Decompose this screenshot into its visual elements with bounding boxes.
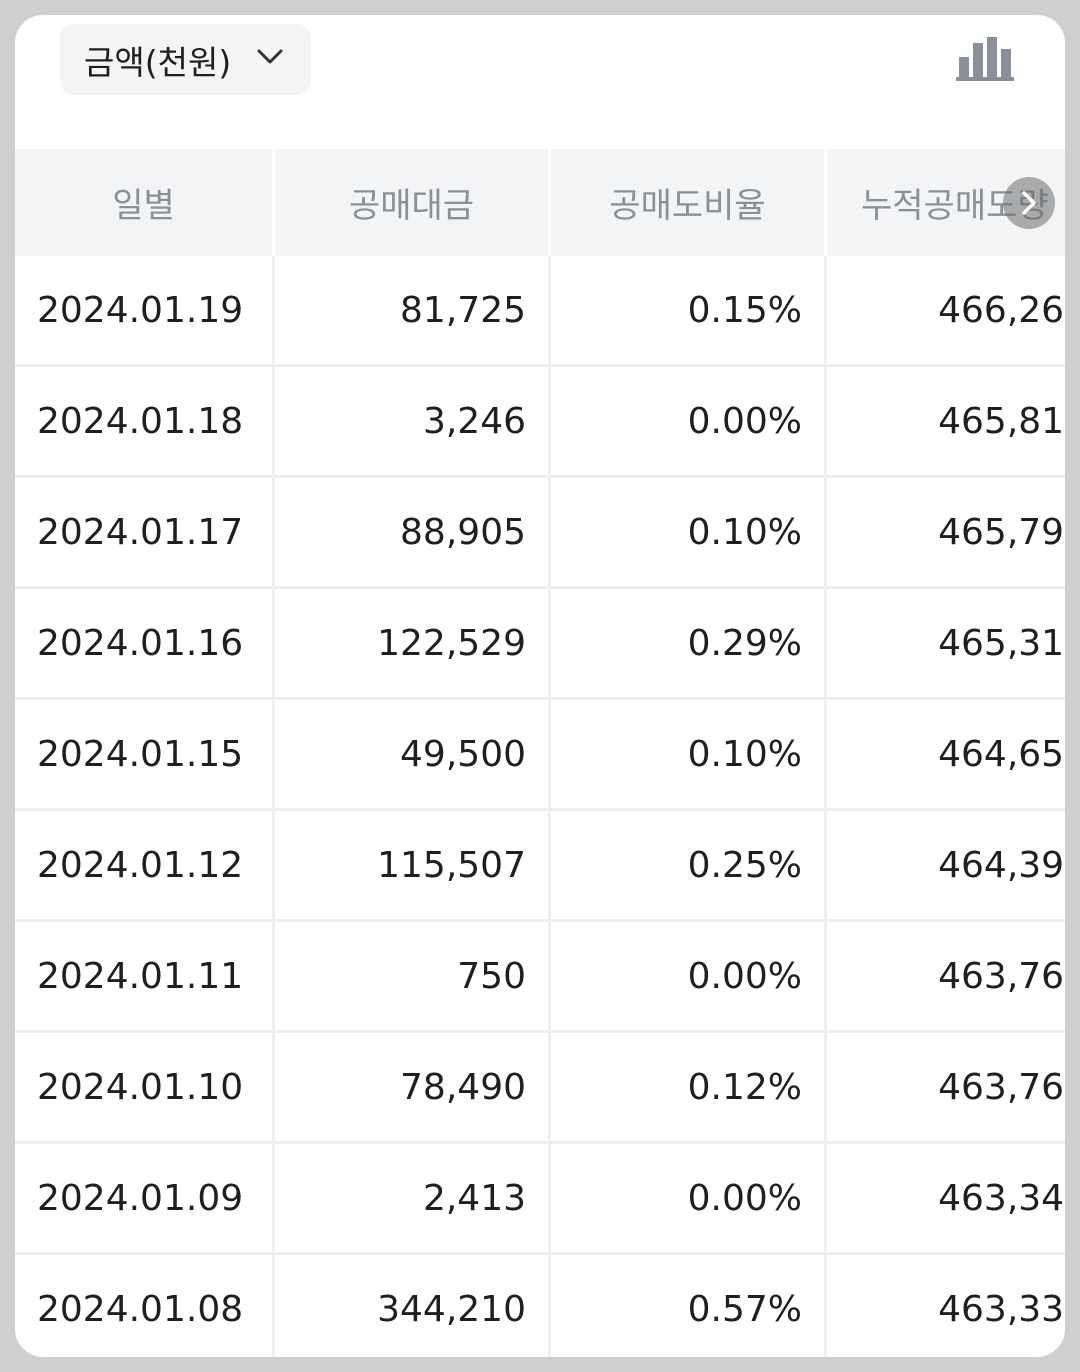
cell-ratio: 0.57% (551, 1255, 827, 1357)
cell-amount: 750 (275, 922, 551, 1030)
table-row: 2024.01.18 3,246 0.00% 465,813 (15, 367, 1065, 478)
table-row: 2024.01.11 750 0.00% 463,769 (15, 922, 1065, 1033)
cell-date: 2024.01.08 (15, 1255, 275, 1357)
cell-amount: 115,507 (275, 811, 551, 919)
cell-cumulative: 466,264 (938, 289, 1065, 331)
cell-amount: 2,413 (275, 1144, 551, 1252)
cell-date: 2024.01.17 (15, 478, 275, 586)
cell-cumulative: 464,654 (938, 733, 1065, 775)
table-row: 2024.01.17 88,905 0.10% 465,795 (15, 478, 1065, 589)
table-row: 2024.01.08 344,210 0.57% 463,332 (15, 1255, 1065, 1357)
cell-amount: 88,905 (275, 478, 551, 586)
cell-date: 2024.01.19 (15, 256, 275, 364)
table-row: 2024.01.19 81,725 0.15% 466,264 (15, 256, 1065, 367)
cell-amount: 344,210 (275, 1255, 551, 1357)
table-row: 2024.01.12 115,507 0.25% 464,390 (15, 811, 1065, 922)
scroll-right-button[interactable] (1003, 177, 1055, 229)
cell-cumulative: 463,765 (938, 1066, 1065, 1108)
cell-date: 2024.01.10 (15, 1033, 275, 1141)
unit-select-dropdown[interactable]: 금액(천원) (60, 24, 311, 95)
cell-ratio: 0.00% (551, 367, 827, 475)
cell-amount: 3,246 (275, 367, 551, 475)
table-header: 일별 공매대금 공매도비율 누적공매도량 (15, 149, 1065, 256)
cell-cumulative: 465,795 (938, 511, 1065, 553)
unit-select-label: 금액(천원) (84, 42, 232, 82)
chevron-down-icon (257, 49, 283, 64)
cell-cumulative: 464,390 (938, 844, 1065, 886)
cell-ratio: 0.10% (551, 700, 827, 808)
cell-ratio: 0.25% (551, 811, 827, 919)
short-selling-table[interactable]: 일별 공매대금 공매도비율 누적공매도량 2024.01.19 81,725 0… (15, 149, 1065, 1357)
short-selling-card: 금액(천원) 일별 공매대금 공매도비율 누적공매도량 2024.01.19 8… (15, 15, 1065, 1357)
cell-amount: 122,529 (275, 589, 551, 697)
cell-ratio: 0.15% (551, 256, 827, 364)
column-header-ratio: 공매도비율 (551, 149, 827, 256)
cell-ratio: 0.00% (551, 1144, 827, 1252)
column-header-amount: 공매대금 (275, 149, 551, 256)
cell-date: 2024.01.11 (15, 922, 275, 1030)
cell-date: 2024.01.12 (15, 811, 275, 919)
table-row: 2024.01.16 122,529 0.29% 465,310 (15, 589, 1065, 700)
cell-cumulative: 463,769 (938, 955, 1065, 997)
cell-date: 2024.01.18 (15, 367, 275, 475)
cell-date: 2024.01.15 (15, 700, 275, 808)
cell-ratio: 0.10% (551, 478, 827, 586)
chevron-right-icon (1022, 191, 1036, 215)
cell-cumulative: 463,332 (938, 1288, 1065, 1330)
cell-date: 2024.01.16 (15, 589, 275, 697)
cell-amount: 78,490 (275, 1033, 551, 1141)
cell-date: 2024.01.09 (15, 1144, 275, 1252)
column-header-date: 일별 (15, 149, 275, 256)
cell-amount: 81,725 (275, 256, 551, 364)
cell-cumulative: 463,345 (938, 1177, 1065, 1219)
cell-ratio: 0.12% (551, 1033, 827, 1141)
cell-cumulative: 465,813 (938, 400, 1065, 442)
table-row: 2024.01.15 49,500 0.10% 464,654 (15, 700, 1065, 811)
cell-amount: 49,500 (275, 700, 551, 808)
cell-ratio: 0.29% (551, 589, 827, 697)
table-row: 2024.01.10 78,490 0.12% 463,765 (15, 1033, 1065, 1144)
cell-cumulative: 465,310 (938, 622, 1065, 664)
toolbar: 금액(천원) (15, 15, 1065, 149)
table-row: 2024.01.09 2,413 0.00% 463,345 (15, 1144, 1065, 1255)
cell-ratio: 0.00% (551, 922, 827, 1030)
bar-chart-icon[interactable] (955, 35, 1015, 81)
